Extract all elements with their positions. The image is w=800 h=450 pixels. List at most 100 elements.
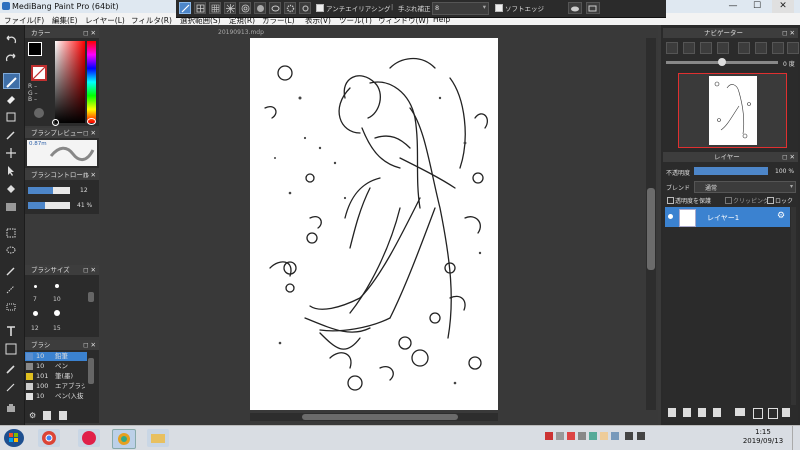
itunes-taskbar-icon[interactable] bbox=[78, 429, 100, 447]
rectangle-tool[interactable] bbox=[3, 109, 20, 125]
size-dot-10[interactable] bbox=[55, 284, 59, 288]
gear-ruler-button[interactable] bbox=[284, 2, 296, 14]
panel-divide-tool[interactable] bbox=[3, 341, 20, 357]
brush-menu-button[interactable] bbox=[59, 411, 67, 420]
layer-row[interactable]: レイヤー1 ⚙ bbox=[665, 207, 790, 227]
select-pen-tool[interactable] bbox=[3, 281, 20, 297]
share-button[interactable] bbox=[586, 2, 600, 14]
brush-list-item[interactable]: 101 筆(墨) bbox=[25, 372, 87, 381]
new-1bit-layer-button[interactable] bbox=[713, 408, 721, 417]
close-button[interactable]: ✕ bbox=[772, 0, 794, 13]
fit-icon[interactable] bbox=[700, 42, 712, 54]
brush-size-slider[interactable] bbox=[28, 187, 70, 194]
zoom-in-icon[interactable] bbox=[683, 42, 695, 54]
trash-icon[interactable] bbox=[782, 408, 790, 417]
layer-scrollbar[interactable] bbox=[791, 207, 796, 407]
hand-tool[interactable] bbox=[3, 399, 20, 415]
select-tool[interactable] bbox=[3, 225, 20, 241]
lasso-tool[interactable] bbox=[3, 243, 20, 259]
hue-slider[interactable] bbox=[87, 41, 96, 123]
foreground-color-swatch[interactable] bbox=[28, 42, 42, 56]
palette-icon[interactable] bbox=[34, 108, 44, 118]
medibang-taskbar-icon[interactable] bbox=[112, 429, 136, 449]
stabilizer-select[interactable]: 8 ▾ bbox=[432, 2, 489, 15]
start-button[interactable] bbox=[4, 429, 24, 447]
eyedropper-tool[interactable] bbox=[3, 361, 20, 377]
layer-opacity-slider[interactable] bbox=[694, 167, 768, 175]
tray-icon-1[interactable] bbox=[545, 432, 553, 440]
settings-button[interactable] bbox=[299, 2, 311, 14]
panel-controls[interactable]: ◻ ✕ bbox=[77, 28, 96, 38]
gradient-tool[interactable] bbox=[3, 199, 20, 215]
flip-icon[interactable] bbox=[787, 42, 799, 54]
brush-list-item[interactable]: 100 エアブラシ bbox=[25, 382, 87, 391]
grid-2-button[interactable] bbox=[209, 2, 221, 14]
pen-select-tool[interactable] bbox=[3, 379, 20, 395]
selection-lasso-button[interactable] bbox=[179, 2, 191, 14]
brush-list-item[interactable]: 10 ペン(入抜 bbox=[25, 392, 87, 401]
brush-list-item[interactable]: 10 ペン bbox=[25, 362, 87, 371]
tray-icon-4[interactable] bbox=[578, 432, 586, 440]
folder-icon[interactable] bbox=[735, 408, 745, 416]
undo-tool[interactable] bbox=[3, 32, 20, 48]
tray-icon-2[interactable] bbox=[556, 432, 564, 440]
clipping-checkbox[interactable] bbox=[725, 197, 732, 204]
size-dot-12[interactable] bbox=[33, 311, 38, 316]
size-dot-7[interactable] bbox=[34, 285, 37, 288]
radial-line-button[interactable] bbox=[224, 2, 236, 14]
brush-settings-button[interactable]: ⚙ bbox=[29, 411, 36, 420]
grid-1-button[interactable] bbox=[194, 2, 206, 14]
chrome-taskbar-icon[interactable] bbox=[38, 429, 60, 447]
circle-ruler-button[interactable] bbox=[254, 2, 266, 14]
horizontal-scroll-thumb[interactable] bbox=[302, 414, 458, 420]
brush-tool[interactable] bbox=[3, 73, 20, 89]
ellipse-button[interactable] bbox=[269, 2, 281, 14]
cloud-button[interactable] bbox=[568, 2, 582, 14]
rotate-right-icon[interactable] bbox=[772, 42, 784, 54]
actual-size-icon[interactable] bbox=[717, 42, 729, 54]
maximize-button[interactable]: ☐ bbox=[746, 0, 768, 13]
hue-handle[interactable] bbox=[87, 118, 96, 125]
panel-controls[interactable]: ◻ ✕ bbox=[77, 128, 96, 138]
sv-handle[interactable] bbox=[52, 119, 59, 126]
gear-icon[interactable]: ⚙ bbox=[777, 211, 785, 221]
tray-icon-7[interactable] bbox=[611, 432, 619, 440]
select-eraser-tool[interactable] bbox=[3, 299, 20, 315]
saturation-value-picker[interactable] bbox=[55, 41, 85, 123]
zoom-out-icon[interactable] bbox=[666, 42, 678, 54]
protect-alpha-checkbox[interactable] bbox=[667, 197, 674, 204]
rotation-handle[interactable] bbox=[718, 58, 726, 66]
new-halftone-layer-button[interactable] bbox=[683, 408, 691, 417]
concentric-button[interactable] bbox=[239, 2, 251, 14]
brush-list-item[interactable]: 10 鉛筆 bbox=[25, 352, 87, 361]
blend-select[interactable]: 通常 ▾ bbox=[694, 181, 796, 193]
tray-icon-5[interactable] bbox=[589, 432, 597, 440]
blur-tool[interactable] bbox=[3, 127, 20, 143]
tray-icon-3[interactable] bbox=[567, 432, 575, 440]
panel-controls[interactable]: ◻ ✕ bbox=[77, 340, 96, 350]
size-dot-15[interactable] bbox=[54, 310, 60, 316]
document-tab[interactable]: 20190913.mdp bbox=[218, 29, 298, 37]
brush-list-scrollbar[interactable] bbox=[88, 358, 94, 384]
merge-icon[interactable] bbox=[768, 408, 778, 419]
rotate-left-icon[interactable] bbox=[738, 42, 750, 54]
antialias-checkbox[interactable] bbox=[316, 4, 324, 12]
text-tool[interactable] bbox=[3, 323, 20, 339]
panel-controls[interactable]: ◻ ✕ bbox=[77, 170, 96, 180]
show-desktop-button[interactable] bbox=[792, 426, 800, 450]
minimize-button[interactable]: — bbox=[722, 0, 744, 13]
tray-icon-6[interactable] bbox=[600, 432, 608, 440]
drawing-canvas[interactable] bbox=[250, 38, 498, 410]
move-tool[interactable] bbox=[3, 145, 20, 161]
menu-edit[interactable]: 編集(E) bbox=[52, 15, 78, 26]
new-brush-button[interactable] bbox=[43, 411, 51, 420]
panel-controls[interactable]: ◻ ✕ bbox=[776, 152, 795, 162]
vertical-scroll-thumb[interactable] bbox=[647, 188, 655, 270]
new-8bit-layer-button[interactable] bbox=[698, 408, 706, 417]
volume-icon[interactable] bbox=[637, 432, 645, 440]
wifi-icon[interactable] bbox=[625, 432, 633, 440]
explorer-taskbar-icon[interactable] bbox=[147, 429, 169, 447]
redo-tool[interactable] bbox=[3, 50, 20, 66]
transparent-color-swatch[interactable] bbox=[31, 65, 47, 81]
duplicate-icon[interactable] bbox=[753, 408, 763, 419]
